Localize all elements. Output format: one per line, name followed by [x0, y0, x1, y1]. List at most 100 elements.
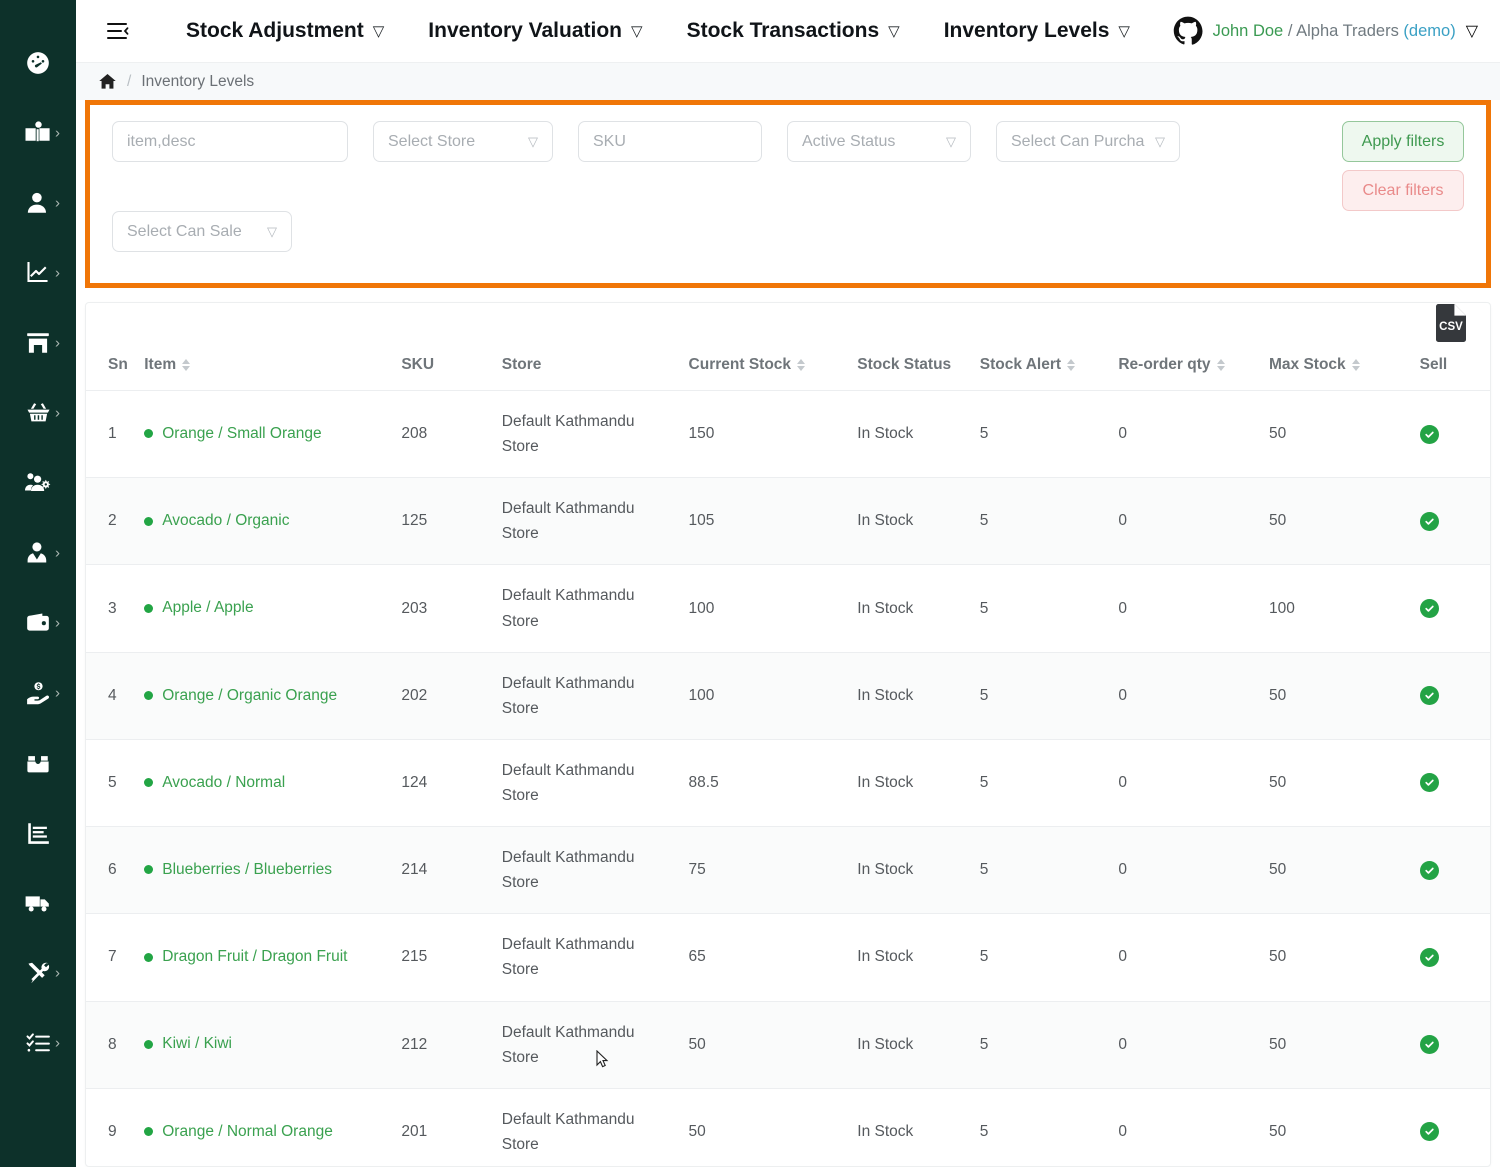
- cell-item[interactable]: Avocado / Organic: [144, 477, 402, 566]
- max-stock-value: 50: [1269, 773, 1287, 791]
- sidebar-item-analytics[interactable]: [0, 798, 76, 868]
- status-dot-icon: [144, 952, 154, 962]
- checklist-icon: [25, 1030, 52, 1056]
- sort-icon[interactable]: [1216, 359, 1225, 371]
- table-row: 1 Orange / Small Orange 208 Default Kathman…: [86, 390, 1490, 479]
- table-toolbar: CSV: [86, 303, 1490, 348]
- can-sale-select[interactable]: Select Can Sale ▽: [112, 211, 292, 252]
- cell-sku: 203: [401, 564, 502, 653]
- sidebar-item-stores[interactable]: ›: [0, 308, 76, 378]
- filter-panel: item,desc Select Store ▽ SKU Active Stat…: [85, 100, 1491, 288]
- cell-item[interactable]: Orange / Organic Orange: [144, 652, 402, 740]
- stock-alert-value: 5: [979, 861, 989, 879]
- user-menu[interactable]: John Doe / Alpha Traders (demo) ▽: [1173, 16, 1486, 46]
- col-header-stock-alert[interactable]: Stock Alert: [979, 348, 1119, 391]
- item-link[interactable]: Dragon Fruit / Dragon Fruit: [144, 948, 347, 966]
- cell-max-stock: 50: [1269, 826, 1420, 915]
- sidebar-item-tools[interactable]: ›: [0, 938, 76, 1008]
- cell-item[interactable]: Avocado / Normal: [144, 739, 402, 828]
- chart-line-icon: [25, 260, 52, 286]
- cell-item[interactable]: Orange / Small Orange: [144, 390, 402, 479]
- max-stock-value: 50: [1269, 1122, 1287, 1140]
- store-name: Default Kathmandu Store: [501, 587, 635, 630]
- sidebar-item-suppliers[interactable]: ›: [0, 518, 76, 588]
- sidebar-item-shipping[interactable]: [0, 868, 76, 938]
- sidebar-item-customers[interactable]: ›: [0, 168, 76, 238]
- sidebar-item-reports[interactable]: ›: [0, 238, 76, 308]
- col-header-current-stock[interactable]: Current Stock: [688, 348, 858, 391]
- item-link[interactable]: Orange / Normal Orange: [144, 1123, 333, 1141]
- nav-stock-adjustment[interactable]: Stock Adjustment ▽: [164, 19, 406, 43]
- active-status-select[interactable]: Active Status ▽: [787, 121, 971, 162]
- item-search-input[interactable]: item,desc: [112, 121, 348, 162]
- cell-item[interactable]: Blueberries / Blueberries: [144, 826, 402, 915]
- row-index: 9: [108, 1122, 117, 1140]
- sku-input[interactable]: SKU: [578, 121, 762, 162]
- cell-item[interactable]: Orange / Normal Orange: [144, 1088, 402, 1166]
- store-select[interactable]: Select Store ▽: [373, 121, 553, 162]
- user-icon: [25, 190, 51, 216]
- max-stock-value: 50: [1269, 425, 1287, 443]
- apply-filters-button[interactable]: Apply filters: [1342, 121, 1464, 162]
- sidebar-item-sales[interactable]: ›: [0, 378, 76, 448]
- reorder-qty-value: 0: [1118, 686, 1127, 704]
- store-name: Default Kathmandu Store: [501, 936, 635, 979]
- col-header-reorder-qty[interactable]: Re-order qty: [1118, 348, 1269, 391]
- home-icon[interactable]: [98, 72, 117, 91]
- item-link[interactable]: Avocado / Normal: [144, 774, 285, 792]
- sidebar-item-catalog[interactable]: ›: [0, 98, 76, 168]
- item-link[interactable]: Kiwi / Kiwi: [144, 1035, 232, 1053]
- row-index: 4: [108, 686, 117, 704]
- sidebar-item-dashboard[interactable]: [0, 28, 76, 98]
- sidebar-item-tasks[interactable]: ›: [0, 1008, 76, 1078]
- col-header-max-stock[interactable]: Max Stock: [1269, 348, 1420, 391]
- cell-item[interactable]: Kiwi / Kiwi: [144, 1001, 402, 1089]
- cell-reorder-qty: 0: [1118, 1088, 1269, 1166]
- main-area: Stock Adjustment ▽ Inventory Valuation ▽…: [76, 0, 1500, 1167]
- sku-value: 201: [401, 1122, 428, 1140]
- sidebar-item-wallet[interactable]: ›: [0, 588, 76, 658]
- sort-icon[interactable]: [182, 359, 191, 371]
- cell-sn: 4: [86, 652, 145, 740]
- nav-inventory-levels[interactable]: Inventory Levels ▽: [922, 19, 1152, 43]
- col-header-item[interactable]: Item: [144, 348, 402, 391]
- clear-filters-button[interactable]: Clear filters: [1342, 170, 1464, 211]
- chevron-right-icon: ›: [55, 124, 60, 142]
- cell-sn: 7: [86, 913, 145, 1002]
- stock-status-value: In Stock: [857, 773, 914, 791]
- current-stock-value: 88.5: [688, 773, 719, 791]
- chevron-right-icon: ›: [55, 964, 60, 982]
- can-purchase-select[interactable]: Select Can Purcha ▽: [996, 121, 1180, 162]
- sidebar-item-payments[interactable]: ›: [0, 658, 76, 728]
- cell-store: Default Kathmandu Store: [501, 739, 689, 828]
- chevron-right-icon: ›: [55, 404, 60, 422]
- hamburger-menu-icon[interactable]: [98, 11, 138, 51]
- sort-icon[interactable]: [797, 359, 806, 371]
- item-link[interactable]: Orange / Small Orange: [144, 425, 322, 443]
- cell-sku: 202: [401, 652, 502, 740]
- sort-icon[interactable]: [1067, 359, 1076, 371]
- cell-stock-alert: 5: [979, 826, 1119, 915]
- csv-file-icon[interactable]: CSV: [1434, 303, 1468, 348]
- item-link[interactable]: Orange / Organic Orange: [144, 687, 337, 705]
- item-link[interactable]: Avocado / Organic: [144, 512, 289, 530]
- item-link[interactable]: Blueberries / Blueberries: [144, 861, 332, 879]
- cell-store: Default Kathmandu Store: [501, 913, 689, 1002]
- cell-reorder-qty: 0: [1118, 739, 1269, 828]
- reorder-qty-value: 0: [1118, 512, 1127, 530]
- book-user-icon: [24, 120, 52, 146]
- cell-stock-status: In Stock: [857, 477, 980, 566]
- cell-store: Default Kathmandu Store: [501, 652, 689, 740]
- cell-item[interactable]: Dragon Fruit / Dragon Fruit: [144, 913, 402, 1002]
- item-link[interactable]: Apple / Apple: [144, 599, 254, 617]
- cell-store: Default Kathmandu Store: [501, 826, 689, 915]
- cell-item[interactable]: Apple / Apple: [144, 564, 402, 653]
- sort-icon[interactable]: [1351, 359, 1360, 371]
- nav-inventory-valuation[interactable]: Inventory Valuation ▽: [406, 19, 664, 43]
- nav-stock-transactions[interactable]: Stock Transactions ▽: [665, 19, 922, 43]
- cell-stock-status: In Stock: [857, 739, 980, 828]
- reorder-qty-value: 0: [1118, 861, 1127, 879]
- sidebar-item-user-management[interactable]: [0, 448, 76, 518]
- cell-sn: 8: [86, 1001, 145, 1089]
- sidebar-item-inbox[interactable]: [0, 728, 76, 798]
